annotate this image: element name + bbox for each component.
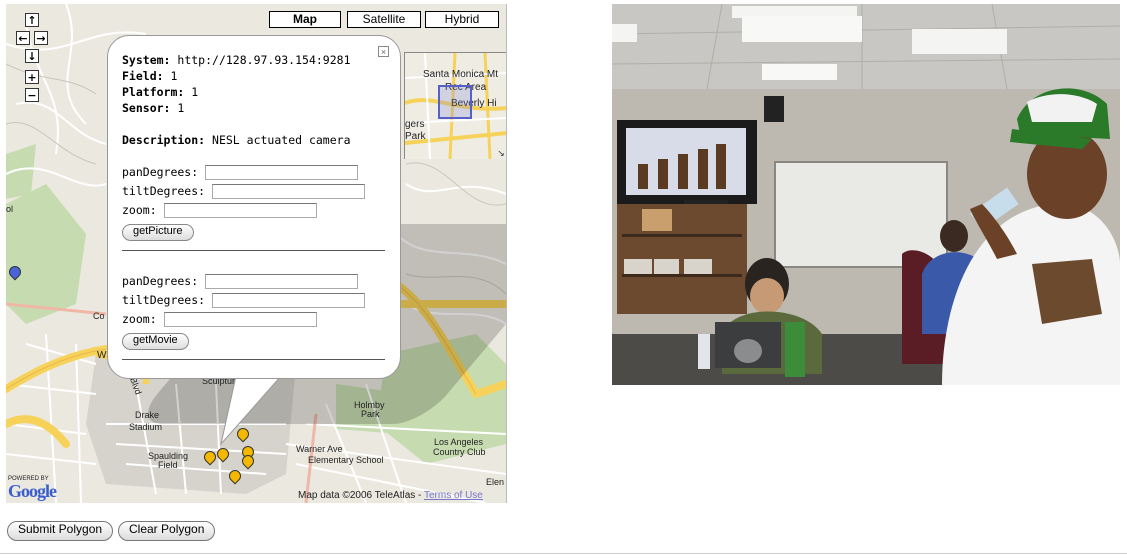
tilt-degrees-label: tiltDegrees: xyxy=(122,293,206,307)
google-logo: Google xyxy=(8,481,57,501)
sensor-info-window: × System: http://128.97.93.154:9281 Fiel… xyxy=(107,35,401,379)
field-value: 1 xyxy=(170,69,178,83)
description-value: NESL actuated camera xyxy=(212,133,351,147)
pan-left-button[interactable]: ← xyxy=(16,31,30,45)
pan-up-button[interactable]: ↑ xyxy=(25,13,39,27)
movie-zoom-input[interactable] xyxy=(163,312,317,327)
picture-zoom-row: zoom: xyxy=(122,201,392,220)
clear-polygon-button[interactable]: Clear Polygon xyxy=(118,521,216,541)
map-label-holmby-park: Park xyxy=(361,409,380,419)
platform-label: Platform: xyxy=(122,85,185,99)
pan-right-button[interactable]: → xyxy=(34,31,48,45)
system-row: System: http://128.97.93.154:9281 xyxy=(122,52,392,68)
field-row: Field: 1 xyxy=(122,68,392,84)
map-label-warner-school: Elementary School xyxy=(308,455,384,465)
description-row: Description: NESL actuated camera xyxy=(122,132,392,148)
movie-pan-degrees-input[interactable] xyxy=(205,274,359,289)
camera-snapshot-image xyxy=(612,4,1120,385)
map-label-drake-stadium: Stadium xyxy=(129,422,163,432)
overview-toggle-icon[interactable]: ↘ xyxy=(496,148,506,158)
platform-row: Platform: 1 xyxy=(122,84,392,100)
map-label-warner: Warner Ave xyxy=(296,444,343,454)
overview-label-gers: gers xyxy=(405,119,425,130)
map-label-co: Co xyxy=(93,311,105,321)
picture-tilt-row: tiltDegrees: xyxy=(122,182,392,201)
zoom-in-button[interactable]: + xyxy=(25,70,39,84)
zoom-out-button[interactable]: − xyxy=(25,88,39,102)
map-label-country-club: Country Club xyxy=(433,447,486,457)
submit-polygon-button[interactable]: Submit Polygon xyxy=(7,521,114,541)
map-label-elen: Elen xyxy=(486,477,505,487)
zoom-label: zoom: xyxy=(122,203,157,217)
terms-of-use-link[interactable]: Terms of Use xyxy=(424,490,483,501)
pan-degrees-label: panDegrees: xyxy=(122,274,199,288)
map-type-hybrid-button[interactable]: Hybrid xyxy=(425,11,499,28)
overview-map[interactable]: Santa Monica Mt Rec Area Beverly Hi gers… xyxy=(404,52,506,159)
system-label: System: xyxy=(122,53,171,67)
divider xyxy=(122,250,385,251)
get-picture-button[interactable]: getPicture xyxy=(122,224,194,241)
sensor-row: Sensor: 1 xyxy=(122,100,392,116)
picture-pan-row: panDegrees: xyxy=(122,163,392,182)
movie-tilt-row: tiltDegrees: xyxy=(122,291,392,310)
picture-zoom-input[interactable] xyxy=(163,203,317,218)
info-window-content: System: http://128.97.93.154:9281 Field:… xyxy=(122,52,392,360)
map-label-w: W xyxy=(97,350,107,361)
map-label-la-country: Los Angeles xyxy=(434,437,484,447)
pan-degrees-label: panDegrees: xyxy=(122,165,199,179)
overview-label-santa-monica: Santa Monica Mt xyxy=(423,69,499,80)
description-label: Description: xyxy=(122,133,206,147)
map-label-ol: ol xyxy=(6,204,14,214)
map-type-satellite-button[interactable]: Satellite xyxy=(347,11,421,28)
overview-viewport-box[interactable] xyxy=(438,85,472,119)
platform-value: 1 xyxy=(191,85,199,99)
sensor-value: 1 xyxy=(177,101,185,115)
pan-down-button[interactable]: ↓ xyxy=(25,49,39,63)
overview-label-park: Park xyxy=(405,131,426,142)
get-movie-button[interactable]: getMovie xyxy=(122,333,189,350)
picture-pan-degrees-input[interactable] xyxy=(205,165,359,180)
system-value: http://128.97.93.154:9281 xyxy=(177,53,351,67)
map-copyright: Map data ©2006 TeleAtlas - Terms of Use xyxy=(298,491,483,501)
divider xyxy=(122,359,385,360)
picture-tilt-degrees-input[interactable] xyxy=(212,184,366,199)
map-view[interactable]: ↑ ← → ↓ + − Map Satellite Hybrid Santa M… xyxy=(6,4,507,503)
map-type-map-button[interactable]: Map xyxy=(269,11,341,28)
movie-zoom-row: zoom: xyxy=(122,310,392,329)
movie-tilt-degrees-input[interactable] xyxy=(212,293,366,308)
map-label-spaulding-field: Field xyxy=(158,460,178,470)
map-label-drake: Drake xyxy=(135,410,160,420)
camera-scene xyxy=(612,4,1120,385)
zoom-label: zoom: xyxy=(122,312,157,326)
movie-pan-row: panDegrees: xyxy=(122,272,392,291)
field-label: Field: xyxy=(122,69,164,83)
sensor-label: Sensor: xyxy=(122,101,171,115)
page-divider xyxy=(0,553,1127,554)
tilt-degrees-label: tiltDegrees: xyxy=(122,184,206,198)
copyright-text: Map data ©2006 TeleAtlas - xyxy=(298,490,424,501)
